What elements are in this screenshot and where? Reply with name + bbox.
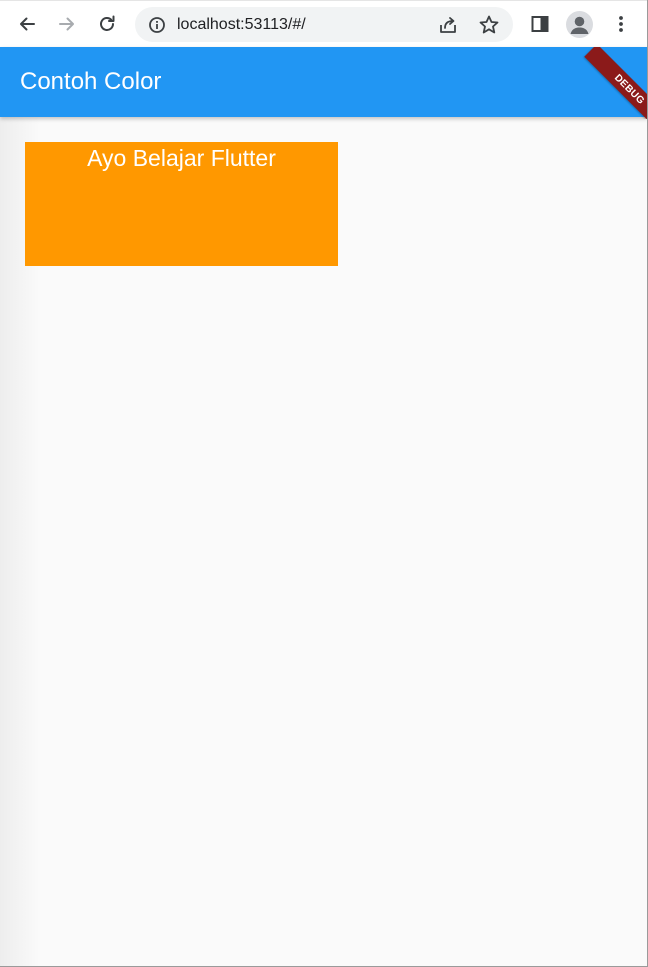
orange-container: Ayo Belajar Flutter <box>25 142 338 266</box>
browser-toolbar: localhost:53113/#/ <box>0 0 647 47</box>
profile-button[interactable] <box>566 11 593 38</box>
forward-button[interactable] <box>52 9 82 39</box>
app-bar: Contoh Color <box>0 47 647 117</box>
back-button[interactable] <box>12 9 42 39</box>
browser-menu-button[interactable] <box>606 9 636 39</box>
address-bar[interactable]: localhost:53113/#/ <box>135 7 513 42</box>
side-panel-button[interactable] <box>525 9 555 39</box>
arrow-left-icon <box>20 17 35 31</box>
browser-window: localhost:53113/#/ Contoh Color DEBUG Ay… <box>0 0 648 967</box>
side-panel-icon <box>531 16 549 32</box>
reload-icon <box>100 15 115 31</box>
avatar-icon <box>570 16 589 34</box>
share-button[interactable] <box>437 14 459 36</box>
arrow-right-icon <box>59 17 74 31</box>
info-icon <box>149 17 165 33</box>
star-icon <box>479 15 499 34</box>
app-title: Contoh Color <box>20 68 162 95</box>
kebab-menu-icon <box>619 16 623 32</box>
site-info-button[interactable] <box>147 15 167 35</box>
share-icon <box>440 17 456 33</box>
reload-button[interactable] <box>92 9 122 39</box>
bookmark-button[interactable] <box>477 13 501 37</box>
container-text: Ayo Belajar Flutter <box>87 145 276 171</box>
url-text[interactable]: localhost:53113/#/ <box>177 15 306 34</box>
